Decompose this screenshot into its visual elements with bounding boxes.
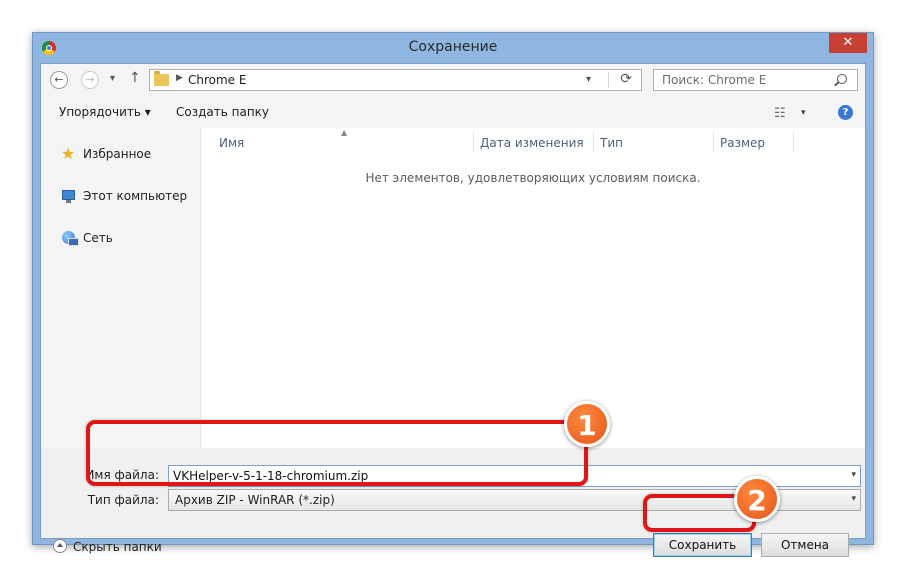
sort-indicator-icon: ▲ bbox=[341, 128, 348, 137]
views-dropdown-icon[interactable]: ▾ bbox=[801, 108, 806, 118]
file-list[interactable]: ▲ Имя Дата изменения Тип Размер Нет элем… bbox=[201, 128, 865, 448]
column-divider[interactable] bbox=[593, 132, 594, 152]
new-folder-button[interactable]: Создать папку bbox=[176, 105, 269, 119]
sidebar-item-label: Избранное bbox=[83, 147, 152, 161]
search-icon[interactable] bbox=[837, 74, 847, 84]
up-button[interactable]: ↑ bbox=[129, 70, 141, 86]
collapse-up-icon bbox=[53, 539, 67, 553]
computer-icon bbox=[62, 190, 75, 203]
close-button[interactable]: ✕ bbox=[829, 33, 867, 53]
empty-folder-message: Нет элементов, удовлетворяющих условиям … bbox=[365, 171, 701, 185]
filetype-selected-value: Архив ZIP - WinRAR (*.zip) bbox=[175, 493, 335, 507]
window-title: Сохранение bbox=[408, 39, 498, 55]
command-bar: Упорядочить ▾ Создать папку ☷ ▾ ? bbox=[41, 98, 865, 128]
search-box[interactable] bbox=[653, 69, 858, 91]
column-divider[interactable] bbox=[473, 132, 474, 152]
sidebar-item-label: Этот компьютер bbox=[83, 189, 188, 203]
column-divider[interactable] bbox=[713, 132, 714, 152]
breadcrumb-chevron-icon[interactable]: ▶ bbox=[176, 73, 183, 83]
back-button[interactable]: ← bbox=[50, 71, 68, 89]
search-input[interactable] bbox=[654, 70, 832, 90]
sidebar-item-label: Сеть bbox=[83, 231, 113, 245]
forward-button[interactable]: → bbox=[81, 71, 99, 89]
column-header-date-modified[interactable]: Дата изменения bbox=[480, 136, 584, 150]
highlight-filename-area bbox=[86, 420, 588, 486]
breadcrumb-current-folder[interactable]: Chrome E bbox=[188, 73, 246, 87]
organize-button[interactable]: Упорядочить ▾ bbox=[59, 105, 151, 119]
column-header-name[interactable]: Имя bbox=[219, 136, 244, 150]
address-dropdown-icon[interactable]: ▾ bbox=[586, 74, 591, 85]
refresh-icon[interactable]: ⟳ bbox=[620, 71, 632, 87]
cancel-button[interactable]: Отмена bbox=[761, 533, 849, 557]
star-icon: ★ bbox=[61, 144, 76, 163]
change-view-icon[interactable]: ☷ bbox=[774, 106, 786, 121]
filetype-label: Тип файла: bbox=[87, 493, 159, 507]
address-divider bbox=[608, 72, 609, 88]
network-icon bbox=[62, 231, 79, 246]
save-button[interactable]: Сохранить bbox=[653, 533, 752, 557]
column-header-size[interactable]: Размер bbox=[720, 136, 765, 150]
hide-folders-label: Скрыть папки bbox=[73, 540, 162, 554]
step-2-badge: 2 bbox=[734, 476, 780, 522]
step-1-badge: 1 bbox=[564, 401, 610, 447]
column-header-type[interactable]: Тип bbox=[600, 136, 623, 150]
column-divider[interactable] bbox=[793, 132, 794, 152]
filetype-dropdown-icon[interactable]: ▾ bbox=[851, 494, 856, 504]
recent-locations-dropdown[interactable]: ▾ bbox=[110, 73, 115, 84]
address-bar[interactable]: ▶ Chrome E ▾ ⟳ bbox=[149, 69, 642, 91]
navigation-pane: ★ Избранное Этот компьютер Сеть bbox=[41, 128, 200, 448]
navigation-bar: ← → ▾ ↑ ▶ Chrome E ▾ ⟳ bbox=[41, 64, 865, 98]
folder-icon bbox=[154, 71, 169, 86]
help-icon[interactable]: ? bbox=[838, 105, 853, 120]
title-bar: Сохранение ✕ bbox=[33, 33, 873, 63]
filename-dropdown-icon[interactable]: ▾ bbox=[851, 470, 856, 480]
